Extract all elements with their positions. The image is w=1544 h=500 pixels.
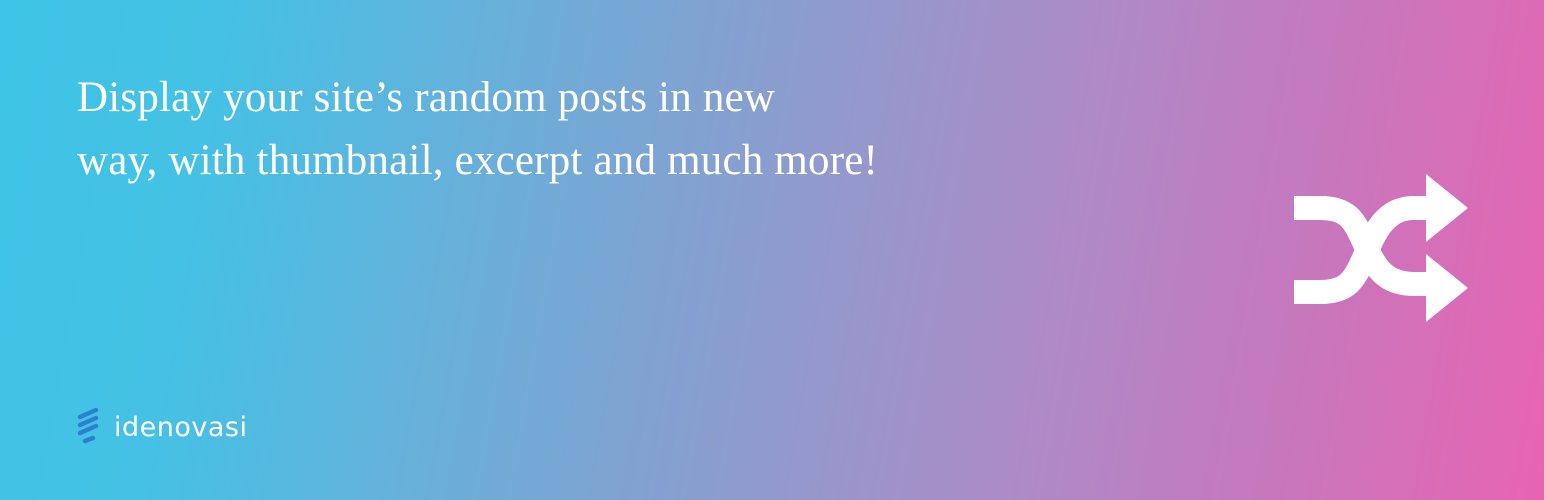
plugin-banner: Display your site’s random posts in new … [0,0,1544,500]
shuffle-icon [1294,174,1468,322]
lightbulb-logo-icon [77,408,99,444]
brand-name: idenovasi [114,412,248,443]
headline-line-1: Display your site’s random posts in new [77,74,776,121]
brand-logo: idenovasi [76,408,247,448]
headline: Display your site’s random posts in new … [77,66,1037,192]
headline-line-2: way, with thumbnail, excerpt and much mo… [77,137,879,184]
